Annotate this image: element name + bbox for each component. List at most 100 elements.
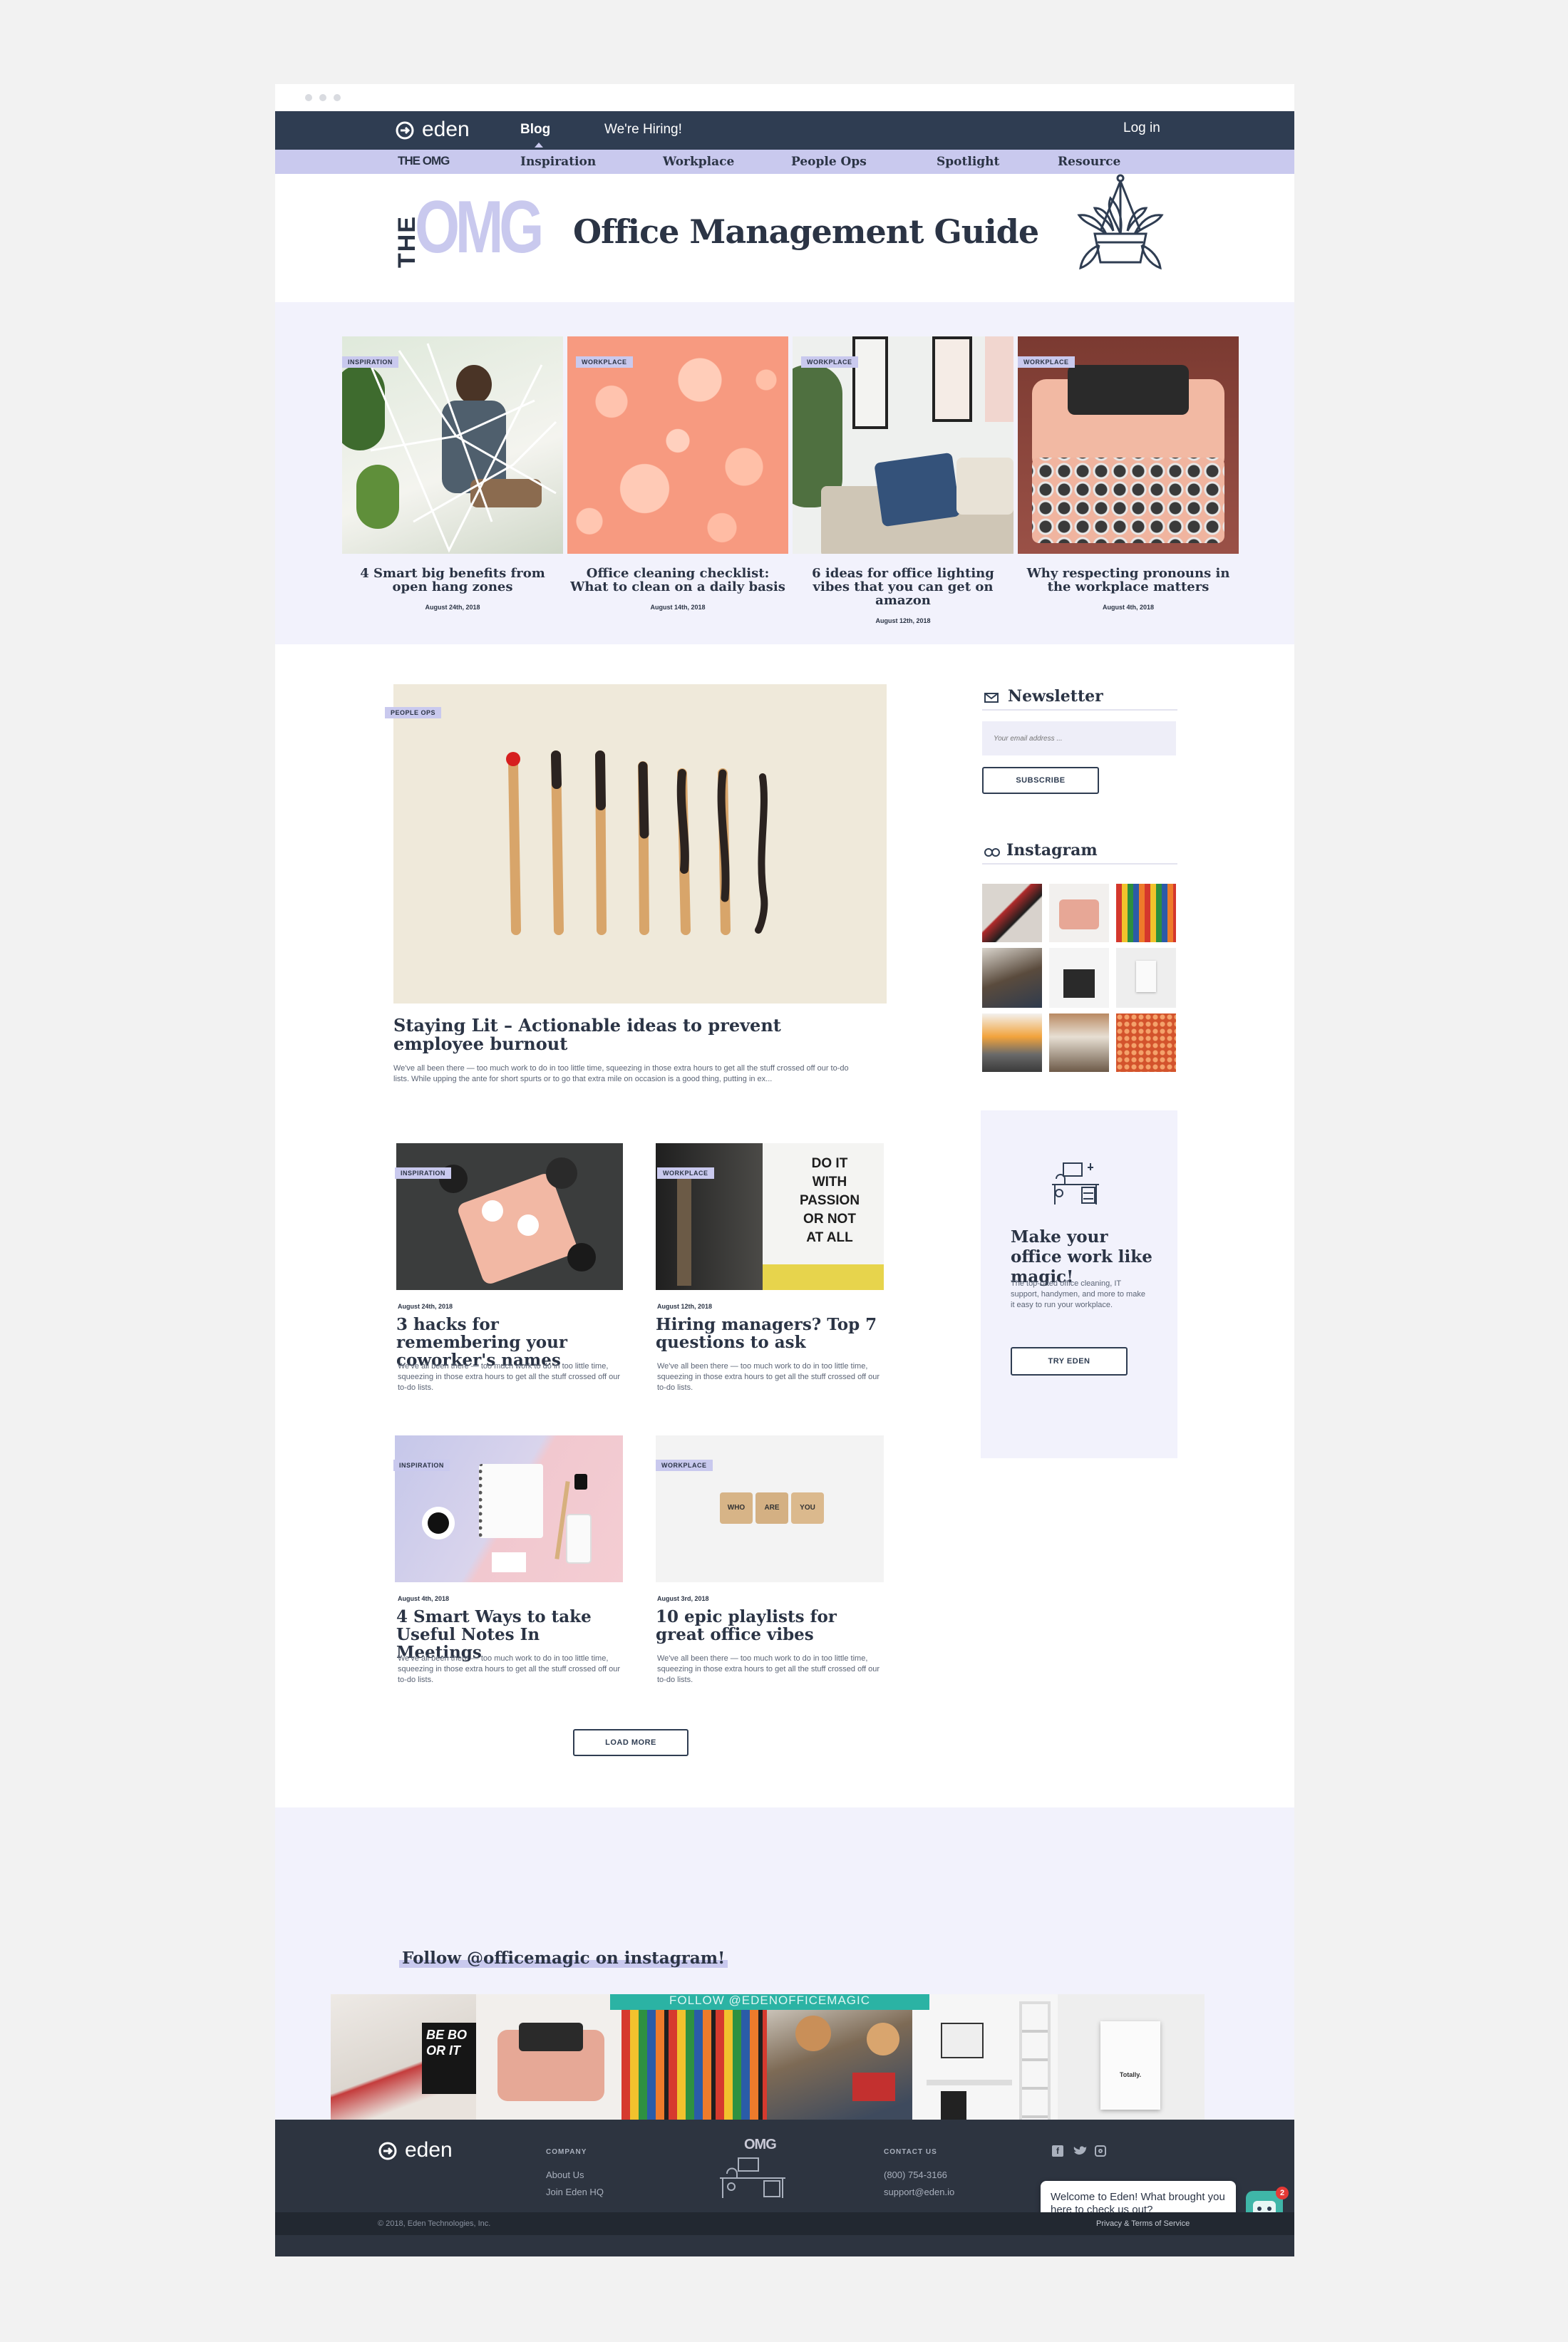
nav-blog[interactable]: Blog [520,122,550,138]
sub-nav-inspiration[interactable]: Inspiration [520,155,596,169]
nav-hiring[interactable]: We're Hiring! [604,122,682,138]
notebook-text: Totally. [1100,2021,1160,2110]
instagram-thumb[interactable] [982,884,1042,942]
featured-title[interactable]: Why respecting pronouns in the workplace… [1018,567,1239,594]
featured-image[interactable]: WORKPLACE [567,336,788,554]
browser-window: eden Blog We're Hiring! Log in THE OMG I… [275,84,1294,2256]
divider [982,709,1177,711]
eden-logo-icon[interactable] [395,120,415,140]
featured-date: August 12th, 2018 [875,617,931,624]
instagram-thumb[interactable] [1049,1013,1109,1072]
company-heading: COMPANY [546,2148,587,2156]
category-tag[interactable]: PEOPLE OPS [385,707,442,718]
featured-card[interactable]: INSPIRATION 4 Smart big benefits from op… [342,336,563,611]
category-tag[interactable]: WORKPLACE [657,1167,714,1179]
featured-image[interactable]: INSPIRATION [342,336,563,554]
eden-logo-icon[interactable] [378,2141,398,2161]
featured-image[interactable]: WORKPLACE [793,336,1013,554]
sub-nav-people-ops[interactable]: People Ops [791,155,867,169]
featured-title[interactable]: Office cleaning checklist: What to clean… [567,567,788,594]
footer-omg-logo[interactable]: OMG [744,2137,777,2153]
footer-brand[interactable]: eden [405,2138,453,2162]
instagram-title: Instagram [1006,841,1098,860]
post-image[interactable]: DO IT WITH PASSION OR NOT AT ALL WORKPLACE [656,1143,884,1290]
post-title[interactable]: Hiring managers? Top 7 questions to ask [656,1316,884,1351]
desk-icon [1046,1160,1103,1207]
instagram-follow-title[interactable]: Follow @officemagic on instagram! [399,1949,728,1968]
hanging-plant-icon [1063,174,1185,281]
follow-overlay[interactable]: FOLLOW @EDENOFFICEMAGIC [610,1994,929,2010]
window-dot-maximize[interactable] [334,94,341,101]
featured-card[interactable]: WORKPLACE 6 ideas for office lighting vi… [793,336,1013,624]
hero-post-image[interactable]: PEOPLE OPS [385,684,887,1004]
instagram-thumb[interactable] [1116,948,1176,1008]
sign-text: DO IT WITH PASSION OR NOT AT ALL [799,1156,860,1245]
desk-icon [717,2157,788,2199]
post-image[interactable]: INSPIRATION [395,1143,623,1290]
instagram-thumb[interactable] [1049,884,1109,942]
sub-nav-workplace[interactable]: Workplace [663,155,734,169]
footer: eden COMPANY About Us Join Eden HQ OMG C… [275,2120,1294,2256]
twitter-icon[interactable] [1073,2145,1088,2157]
instagram-thumb[interactable] [982,1013,1042,1072]
post-date: August 12th, 2018 [657,1303,713,1310]
featured-title[interactable]: 6 ideas for office lighting vibes that y… [793,567,1013,607]
facebook-icon[interactable]: f [1052,2145,1063,2157]
block-are: ARE [755,1492,788,1524]
category-tag[interactable]: INSPIRATION [342,356,398,368]
promo-box: Make your office work like magic! The to… [981,1110,1177,1458]
footer-link-join[interactable]: Join Eden HQ [546,2187,604,2197]
instagram-thumb[interactable] [982,948,1042,1008]
instagram-thumb[interactable] [1049,948,1109,1008]
featured-date: August 24th, 2018 [425,604,480,611]
post-image[interactable]: WHO ARE YOU WORKPLACE [656,1435,884,1582]
featured-image[interactable]: WORKPLACE [1018,336,1239,554]
load-more-button[interactable]: LOAD MORE [573,1729,688,1756]
featured-card[interactable]: WORKPLACE Why respecting pronouns in the… [1018,336,1239,611]
post-excerpt: We've all been there — too much work to … [657,1654,880,1684]
email-field[interactable] [982,721,1176,755]
contact-heading: CONTACT US [884,2148,937,2156]
copyright: © 2018, Eden Technologies, Inc. [378,2219,491,2228]
window-dot-close[interactable] [305,94,312,101]
newsletter-title: Newsletter [1008,687,1103,706]
category-tag[interactable]: INSPIRATION [395,1167,451,1179]
featured-title[interactable]: 4 Smart big benefits from open hang zone… [342,567,563,594]
footer-email[interactable]: support@eden.io [884,2187,954,2197]
footer-phone[interactable]: (800) 754-3166 [884,2170,947,2180]
logo-omg: OMG [415,186,544,269]
instagram-thumb[interactable] [1116,884,1176,942]
divider [982,863,1177,865]
subscribe-button[interactable]: SUBSCRIBE [982,767,1099,794]
omg-header: THE OMG Office Management Guide [275,174,1294,302]
post-date: August 3rd, 2018 [657,1595,709,1602]
footer-link-about[interactable]: About Us [546,2170,584,2180]
sub-nav-resource[interactable]: Resource [1058,155,1120,169]
omg-mini-logo[interactable]: THE OMG [398,154,450,168]
category-tag[interactable]: WORKPLACE [656,1460,713,1471]
post-image[interactable]: INSPIRATION [393,1435,623,1582]
featured-strip: INSPIRATION 4 Smart big benefits from op… [275,302,1294,644]
post-excerpt: We've all been there — too much work to … [398,1362,621,1392]
chat-badge: 2 [1276,2187,1289,2199]
instagram-icon[interactable] [1095,2145,1106,2157]
featured-card[interactable]: WORKPLACE Office cleaning checklist: Wha… [567,336,788,611]
category-tag[interactable]: WORKPLACE [801,356,858,368]
brand-name[interactable]: eden [422,118,470,142]
legal-link[interactable]: Privacy & Terms of Service [1096,2219,1190,2228]
hero-post-title[interactable]: Staying Lit – Actionable ideas to preven… [393,1016,850,1053]
post-excerpt: We've all been there — too much work to … [398,1654,621,1684]
login-link[interactable]: Log in [1123,120,1160,136]
post-title[interactable]: 10 epic playlists for great office vibes [656,1608,884,1644]
category-tag[interactable]: WORKPLACE [1018,356,1075,368]
try-eden-button[interactable]: TRY EDEN [1011,1347,1128,1376]
featured-date: August 14th, 2018 [650,604,706,611]
window-dot-minimize[interactable] [319,94,326,101]
category-tag[interactable]: INSPIRATION [393,1460,450,1471]
sub-nav-spotlight[interactable]: Spotlight [937,155,999,169]
photo-text: BE BO OR IT [422,2023,476,2094]
post-excerpt: We've all been there — too much work to … [657,1362,880,1392]
category-tag[interactable]: WORKPLACE [576,356,633,368]
featured-date: August 4th, 2018 [1102,604,1155,611]
instagram-thumb[interactable] [1116,1013,1176,1072]
